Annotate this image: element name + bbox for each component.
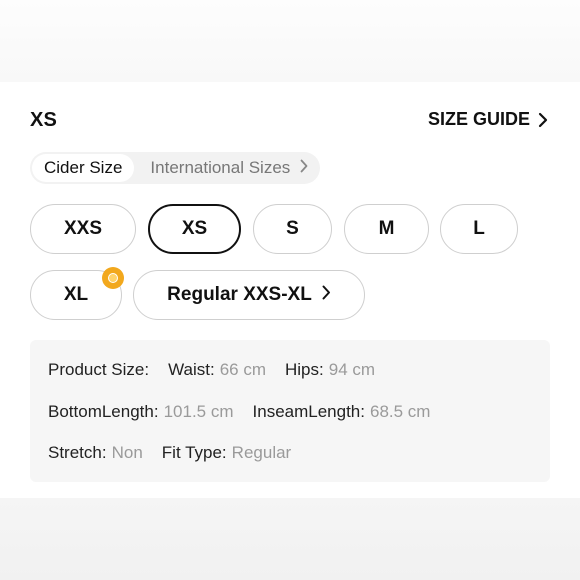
bottom-backdrop	[0, 498, 580, 580]
tab-cider-size[interactable]: Cider Size	[32, 154, 135, 182]
fit-type-label: Fit Type:	[161, 443, 227, 462]
size-option-label: XXS	[63, 218, 103, 239]
hips-value: 94 cm	[328, 360, 376, 379]
chevron-right-icon	[300, 158, 308, 178]
size-option-m[interactable]: M	[344, 204, 429, 254]
size-option-l[interactable]: L	[440, 204, 518, 254]
size-selector-panel: XS SIZE GUIDE Cider Size International S…	[0, 82, 580, 498]
bottom-length-label: BottomLength:	[48, 402, 159, 421]
spec-row-product-size: Product Size: Waist: 66 cm Hips: 94 cm	[48, 360, 375, 380]
size-guide-label: SIZE GUIDE	[427, 109, 530, 129]
top-backdrop	[0, 0, 580, 82]
size-system-toggle: Cider Size International Sizes	[30, 152, 321, 184]
spec-row-fit: Stretch: Non Fit Type: Regular	[48, 443, 291, 463]
size-range-label: Regular XXS-XL	[167, 284, 312, 305]
size-option-xs[interactable]: XS	[148, 204, 241, 254]
waist-label: Waist:	[168, 360, 215, 379]
selected-size-label: XS	[30, 109, 58, 131]
size-option-label: S	[286, 218, 299, 239]
size-option-label: L	[473, 218, 485, 239]
size-range-regular[interactable]: Regular XXS-XL	[133, 270, 365, 320]
size-option-s[interactable]: S	[253, 204, 332, 254]
size-guide-link[interactable]: SIZE GUIDE	[428, 109, 548, 130]
coin-badge-icon	[102, 267, 124, 289]
inseam-length-value: 68.5 cm	[369, 402, 431, 421]
stretch-label: Stretch:	[48, 443, 107, 462]
chevron-right-icon	[538, 112, 548, 128]
size-option-xxs[interactable]: XXS	[30, 204, 136, 254]
waist-value: 66 cm	[219, 360, 266, 379]
size-option-label: XS	[181, 218, 208, 239]
inseam-length-label: InseamLength:	[252, 402, 365, 421]
bottom-length-value: 101.5 cm	[163, 402, 234, 421]
tab-cider-size-label: Cider Size	[44, 158, 123, 177]
fit-type-value: Regular	[231, 443, 292, 462]
size-option-label: XL	[63, 284, 89, 305]
product-size-details: Product Size: Waist: 66 cm Hips: 94 cm B…	[30, 340, 550, 482]
product-size-title: Product Size:	[48, 360, 150, 379]
hips-label: Hips:	[285, 360, 324, 379]
chevron-right-icon	[322, 284, 331, 306]
tab-international-sizes-label: International Sizes	[150, 158, 291, 177]
stretch-value: Non	[111, 443, 143, 462]
size-option-label: M	[378, 218, 395, 239]
spec-row-lengths: BottomLength: 101.5 cm InseamLength: 68.…	[48, 402, 430, 422]
tab-international-sizes[interactable]: International Sizes	[150, 158, 308, 178]
